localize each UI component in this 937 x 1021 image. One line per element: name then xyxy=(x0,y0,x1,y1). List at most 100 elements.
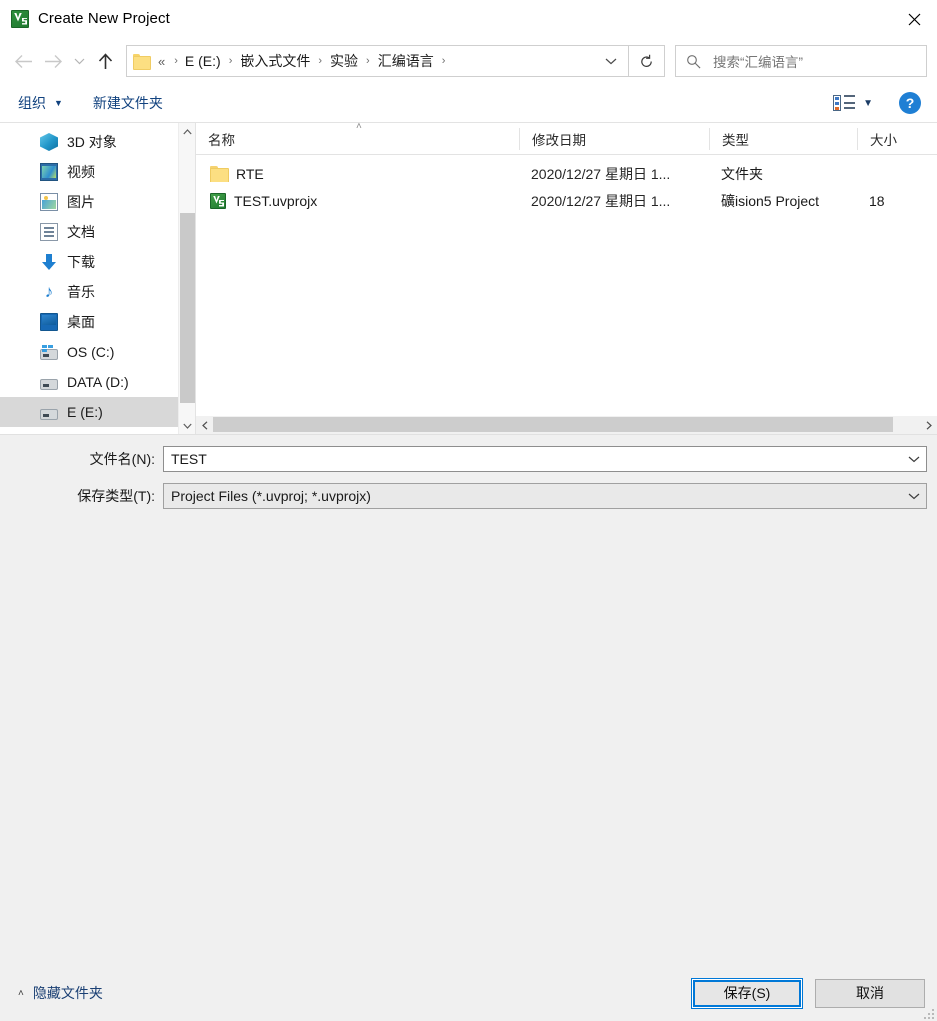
refresh-button[interactable] xyxy=(629,45,665,77)
documents-icon xyxy=(40,223,58,241)
dialog-footer: ˄ 隐藏文件夹 保存(S) 取消 xyxy=(0,965,937,1021)
breadcrumb: « › E (E:) › 嵌入式文件 › 实验 › 汇编语言 › xyxy=(157,51,598,71)
file-type-cell: 文件夹 xyxy=(721,165,763,182)
column-header-type[interactable]: 类型 xyxy=(709,127,857,150)
filetype-dropdown-button[interactable] xyxy=(902,484,926,508)
breadcrumb-overflow[interactable]: « xyxy=(157,54,166,69)
file-name-cell: RTE xyxy=(196,165,519,182)
help-button[interactable]: ? xyxy=(899,92,921,114)
filetype-select[interactable]: Project Files (*.uvproj; *.uvprojx) xyxy=(163,483,927,509)
resize-grip[interactable] xyxy=(922,1007,934,1019)
table-row[interactable]: RTE 2020/12/27 星期日 1... 文件夹 xyxy=(196,160,937,187)
command-toolbar: 组织 ▼ 新建文件夹 ▼ ? xyxy=(0,84,937,123)
column-header-size[interactable]: 大小 xyxy=(857,127,927,150)
sidebar-item-e-drive[interactable]: E (E:) xyxy=(0,397,195,427)
sidebar-item-label: E (E:) xyxy=(67,404,103,420)
table-row[interactable]: TEST.uvprojx 2020/12/27 星期日 1... 礦ision5… xyxy=(196,187,937,214)
filetype-row: 保存类型(T): Project Files (*.uvproj; *.uvpr… xyxy=(0,483,937,509)
filetype-value: Project Files (*.uvproj; *.uvprojx) xyxy=(171,488,371,504)
folder-icon xyxy=(133,54,151,70)
chevron-down-icon xyxy=(908,493,920,500)
column-header-label: 名称 xyxy=(208,132,235,148)
view-icon-line xyxy=(844,102,856,104)
file-list-horizontal-scrollbar[interactable] xyxy=(196,416,937,434)
drive-icon xyxy=(40,378,58,390)
sidebar-item-label: 桌面 xyxy=(67,314,95,330)
sidebar-scrollbar[interactable] xyxy=(178,123,195,434)
keil-uvision-icon xyxy=(210,192,226,209)
hide-folders-label: 隐藏文件夹 xyxy=(32,985,103,1001)
view-icon-line xyxy=(844,107,856,109)
filename-dropdown-button[interactable] xyxy=(902,447,926,471)
close-button[interactable] xyxy=(891,0,937,38)
folder-icon xyxy=(210,165,229,182)
breadcrumb-separator: › xyxy=(441,55,446,67)
new-folder-button[interactable]: 新建文件夹 xyxy=(93,93,163,113)
sidebar-item-desktop[interactable]: 桌面 xyxy=(0,307,195,337)
sidebar-item-music[interactable]: ♪ 音乐 xyxy=(0,277,195,307)
breadcrumb-item-experiment[interactable]: 实验 xyxy=(329,51,359,71)
address-bar[interactable]: « › E (E:) › 嵌入式文件 › 实验 › 汇编语言 › xyxy=(126,45,629,77)
sidebar-item-downloads[interactable]: 下载 xyxy=(0,247,195,277)
up-arrow-icon xyxy=(98,52,112,69)
scroll-track[interactable] xyxy=(213,416,920,434)
sidebar-item-label: 视频 xyxy=(67,164,95,180)
forward-button[interactable] xyxy=(38,45,68,77)
cancel-button[interactable]: 取消 xyxy=(815,978,925,1008)
downloads-icon xyxy=(40,253,58,271)
organize-button[interactable]: 组织 ▼ xyxy=(18,93,63,113)
sidebar-item-pictures[interactable]: 图片 xyxy=(0,187,195,217)
horizontal-scroll-thumb[interactable] xyxy=(213,417,893,432)
new-folder-label: 新建文件夹 xyxy=(92,95,163,111)
back-button[interactable] xyxy=(8,45,38,77)
sidebar-item-documents[interactable]: 文档 xyxy=(0,217,195,247)
sidebar-item-data-d[interactable]: DATA (D:) xyxy=(0,367,195,397)
filename-input[interactable]: TEST xyxy=(163,446,927,472)
navigation-bar: « › E (E:) › 嵌入式文件 › 实验 › 汇编语言 › 搜索“汇编语言… xyxy=(0,38,937,84)
view-dropdown-caret-icon[interactable]: ▼ xyxy=(863,98,873,109)
chevron-down-icon: ▼ xyxy=(54,98,63,108)
filetype-label: 保存类型(T): xyxy=(77,488,155,504)
up-button[interactable] xyxy=(90,45,120,77)
title-bar: Create New Project xyxy=(0,0,937,38)
sidebar-scroll-thumb[interactable] xyxy=(180,213,195,403)
breadcrumb-item-drive[interactable]: E (E:) xyxy=(184,53,222,69)
hide-folders-toggle[interactable]: ˄ 隐藏文件夹 xyxy=(18,983,103,1003)
file-list-pane: 名称 ˄ 修改日期 类型 大小 RTE 2020/12/27 星期日 1... … xyxy=(196,123,937,434)
recent-locations-button[interactable] xyxy=(68,45,90,77)
search-input[interactable]: 搜索“汇编语言” xyxy=(713,51,803,71)
file-date-cell: 2020/12/27 星期日 1... xyxy=(531,165,671,182)
file-type-cell: 礦ision5 Project xyxy=(721,192,820,209)
scroll-left-button[interactable] xyxy=(196,416,213,434)
navigation-pane: 3D 对象 视频 图片 文档 下载 ♪ 音乐 桌面 OS (C:) DATA (… xyxy=(0,123,196,434)
refresh-icon xyxy=(641,54,652,67)
view-icon-line xyxy=(844,95,856,97)
file-date-cell: 2020/12/27 星期日 1... xyxy=(531,192,671,209)
sort-ascending-icon: ˄ xyxy=(356,123,362,132)
sidebar-item-videos[interactable]: 视频 xyxy=(0,157,195,187)
breadcrumb-item-embedded[interactable]: 嵌入式文件 xyxy=(239,51,311,71)
breadcrumb-item-assembly[interactable]: 汇编语言 xyxy=(377,51,435,71)
sidebar-item-label: 音乐 xyxy=(67,284,95,300)
scroll-up-button[interactable] xyxy=(179,123,195,140)
address-dropdown-button[interactable] xyxy=(598,46,624,76)
save-button[interactable]: 保存(S) xyxy=(692,978,802,1008)
chevron-right-icon xyxy=(926,420,932,430)
filename-value[interactable]: TEST xyxy=(164,451,902,467)
view-layout-icon[interactable] xyxy=(833,95,856,111)
column-header-date[interactable]: 修改日期 xyxy=(519,127,709,150)
music-icon: ♪ xyxy=(44,282,54,301)
sidebar-item-label: DATA (D:) xyxy=(67,374,129,390)
column-headers: 名称 ˄ 修改日期 类型 大小 xyxy=(196,123,937,155)
scroll-right-button[interactable] xyxy=(920,416,937,434)
scroll-down-button[interactable] xyxy=(179,417,195,434)
column-header-name[interactable]: 名称 ˄ xyxy=(196,123,519,150)
column-header-label: 类型 xyxy=(722,132,749,148)
sidebar-item-os-c[interactable]: OS (C:) xyxy=(0,337,195,367)
sidebar-item-label: 下载 xyxy=(67,254,95,270)
search-box[interactable]: 搜索“汇编语言” xyxy=(675,45,927,77)
breadcrumb-separator: › xyxy=(174,55,178,67)
pictures-icon xyxy=(40,193,58,211)
sidebar-item-label: 3D 对象 xyxy=(67,134,117,150)
sidebar-item-3d-objects[interactable]: 3D 对象 xyxy=(0,127,195,157)
